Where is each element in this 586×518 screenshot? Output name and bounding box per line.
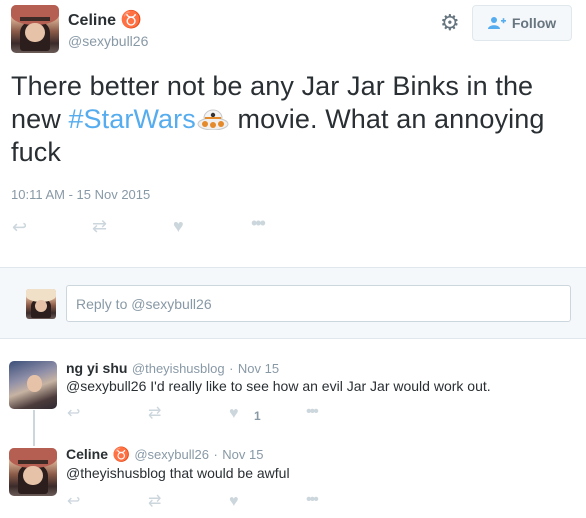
author-name[interactable]: Celine [68, 12, 116, 29]
taurus-symbol: ♉ [120, 10, 142, 29]
avatar-face [25, 23, 45, 43]
reply-author-name[interactable]: Celine [66, 446, 108, 462]
reply-text: @sexybull26 I'd really like to see how a… [66, 378, 491, 394]
heart-icon[interactable]: ♥ [173, 217, 184, 235]
reply-icon[interactable]: ↩ [67, 406, 80, 422]
avatar-hat-band [17, 460, 49, 465]
reply-author-handle[interactable]: @sexybull26 [134, 447, 209, 462]
avatar-face [27, 375, 42, 392]
reply-header: Celine ♉ @sexybull26 · Nov 15 [66, 446, 263, 464]
reply-separator: · [213, 447, 218, 462]
avatar-hat [11, 5, 59, 26]
avatar-hat-band [19, 17, 51, 22]
reply-icon[interactable]: ↩ [67, 494, 80, 510]
reply-header: ng yi shu @theyishusblog · Nov 15 [66, 360, 279, 378]
reply-icon[interactable]: ↩ [12, 218, 27, 236]
retweet-icon[interactable]: ⇄ [148, 406, 161, 422]
follow-label: Follow [511, 15, 557, 31]
hashtag-link[interactable]: #StarWars [68, 104, 195, 134]
tweet-text: There better not be any Jar Jar Binks in… [11, 70, 576, 169]
reply-author-name[interactable]: ng yi shu [66, 360, 127, 376]
more-icon[interactable]: ••• [251, 214, 266, 232]
gear-icon[interactable]: ⚙ [440, 12, 460, 34]
reply-separator: · [229, 361, 234, 376]
avatar-hat [9, 448, 57, 469]
author-handle[interactable]: @sexybull26 [68, 33, 148, 49]
bb8-emoji-icon [197, 109, 229, 130]
more-icon[interactable]: ••• [306, 404, 319, 420]
heart-icon[interactable]: ♥ [229, 406, 239, 422]
reply-placeholder: Reply to @sexybull26 [76, 295, 212, 312]
more-icon[interactable]: ••• [306, 492, 319, 508]
retweet-icon[interactable]: ⇄ [92, 217, 107, 235]
heart-icon[interactable]: ♥ [229, 494, 239, 510]
reply-input[interactable]: Reply to @sexybull26 [66, 285, 571, 322]
reply-text: @theyishusblog that would be awful [66, 465, 290, 481]
reply-author-handle[interactable]: @theyishusblog [132, 361, 225, 376]
reply-date[interactable]: Nov 15 [238, 361, 279, 376]
tweet-timestamp[interactable]: 10:11 AM - 15 Nov 2015 [11, 187, 150, 202]
reply-date[interactable]: Nov 15 [222, 447, 263, 462]
thread-connector [33, 410, 35, 446]
follow-button[interactable]: Follow [472, 5, 572, 41]
avatar-face [23, 466, 43, 486]
add-user-icon [487, 17, 506, 29]
author-name-row[interactable]: Celine ♉ [68, 10, 142, 30]
current-user-avatar [26, 289, 56, 319]
reply-avatar[interactable] [9, 448, 57, 496]
author-avatar[interactable] [11, 5, 59, 53]
taurus-symbol: ♉ [112, 446, 130, 462]
retweet-icon[interactable]: ⇄ [148, 494, 161, 510]
like-count: 1 [254, 409, 261, 423]
reply-avatar[interactable] [9, 361, 57, 409]
